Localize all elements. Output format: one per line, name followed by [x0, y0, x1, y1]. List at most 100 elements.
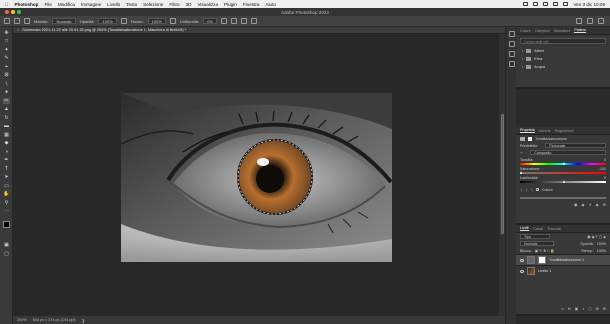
- fx-icon[interactable]: fx: [568, 307, 571, 311]
- layer-name[interactable]: Livello 1: [538, 269, 551, 273]
- add-mask-icon[interactable]: ▣: [575, 307, 578, 311]
- new-group-icon[interactable]: ▢: [588, 307, 591, 311]
- folder-alberi[interactable]: › Alberi: [516, 47, 610, 55]
- type-tool-icon[interactable]: T: [3, 166, 10, 172]
- eyedropper-plus-icon[interactable]: ∖: [525, 188, 527, 192]
- trash-icon[interactable]: ♻: [603, 307, 606, 311]
- quick-select-tool-icon[interactable]: ✎: [3, 55, 10, 61]
- history-icon[interactable]: [508, 31, 515, 37]
- adjustments-icon[interactable]: [508, 51, 515, 57]
- layer-row[interactable]: Livello 1: [516, 265, 610, 276]
- clip-icon[interactable]: ▣: [574, 203, 577, 207]
- screen-mode-icon[interactable]: ▢: [3, 251, 10, 257]
- menu-filtro[interactable]: Filtro: [169, 2, 179, 7]
- new-adjustment-icon[interactable]: ◑: [582, 307, 584, 311]
- minimize-window-button[interactable]: [11, 10, 15, 14]
- tab-livelli[interactable]: Livelli: [520, 226, 529, 231]
- tab-colore[interactable]: Colore: [520, 29, 531, 33]
- menu-app-photoshop[interactable]: Photoshop: [14, 2, 38, 7]
- share-icon[interactable]: [598, 18, 604, 24]
- layer-kind-filter[interactable]: Tipo: [520, 233, 550, 240]
- delete-icon[interactable]: ♻: [603, 203, 606, 207]
- close-window-button[interactable]: [5, 10, 9, 14]
- lasso-tool-icon[interactable]: ✦: [3, 47, 10, 53]
- flusso-input[interactable]: 100%: [147, 18, 166, 24]
- menu-testo[interactable]: Testo: [126, 2, 137, 7]
- healing-tool-icon[interactable]: ●: [3, 89, 10, 95]
- layer-visibility-icon[interactable]: [520, 258, 524, 262]
- document-canvas[interactable]: [13, 34, 499, 316]
- history-brush-tool-icon[interactable]: ↻: [3, 115, 10, 121]
- lightness-slider-knob[interactable]: [563, 180, 565, 183]
- eyedropper-icon[interactable]: ∖: [520, 188, 522, 192]
- apple-menu-icon[interactable]: : [5, 2, 8, 7]
- status-arrow-icon[interactable]: ❯: [82, 318, 85, 323]
- folder-erba[interactable]: › Erba: [516, 55, 610, 63]
- status-icon[interactable]: [523, 2, 529, 6]
- layer-thumbnail[interactable]: [527, 267, 535, 275]
- saturation-value[interactable]: -100: [599, 167, 606, 171]
- saturation-slider[interactable]: [520, 171, 606, 174]
- channel-select[interactable]: Composito: [530, 149, 606, 156]
- menu-visualizza[interactable]: Visualizza: [197, 2, 218, 7]
- lightness-slider[interactable]: [520, 180, 606, 183]
- battery-icon[interactable]: [533, 2, 539, 6]
- wifi-icon[interactable]: [543, 2, 549, 6]
- layer-opacity-value[interactable]: 100%: [597, 242, 606, 246]
- metodo-select[interactable]: Normale: [52, 18, 76, 24]
- tab-canali[interactable]: Canali: [533, 227, 543, 231]
- link-icon[interactable]: ∞: [561, 307, 564, 311]
- saturation-slider-knob[interactable]: [520, 171, 522, 174]
- menu-file[interactable]: File: [44, 2, 51, 7]
- mask-icon[interactable]: [528, 136, 532, 141]
- hand-tool-icon[interactable]: ✋: [3, 191, 10, 197]
- close-document-icon[interactable]: ×: [17, 28, 19, 32]
- menu-livello[interactable]: Livello: [107, 2, 120, 7]
- menu-aiuto[interactable]: Aiuto: [265, 2, 275, 7]
- eyedropper-minus-icon[interactable]: ∖: [531, 188, 533, 192]
- tab-tracciati[interactable]: Tracciati: [547, 227, 560, 231]
- pattern-search-input[interactable]: Cerca negli stili: [520, 38, 606, 44]
- crop-tool-icon[interactable]: ⌖: [3, 64, 10, 70]
- path-select-tool-icon[interactable]: ➤: [3, 174, 10, 180]
- menu-selezione[interactable]: Selezione: [143, 2, 163, 7]
- brush-tool-icon[interactable]: ✏: [3, 97, 10, 104]
- tab-regolazioni[interactable]: Regolazioni: [555, 129, 574, 133]
- menubar-clock[interactable]: Ven 3 dic 10:09: [573, 2, 605, 7]
- quick-mask-icon[interactable]: ▣: [3, 242, 10, 248]
- brush-settings-icon[interactable]: [24, 18, 30, 24]
- frame-tool-icon[interactable]: ⊠: [3, 72, 10, 78]
- menu-plugin[interactable]: Plugin: [224, 2, 237, 7]
- layer-row[interactable]: Tonalità/saturazione 1: [516, 254, 610, 265]
- tab-proprieta[interactable]: Proprietà: [520, 128, 535, 133]
- control-center-icon[interactable]: [563, 2, 569, 6]
- lightness-value[interactable]: 0: [604, 176, 606, 180]
- menu-finestra[interactable]: Finestra: [243, 2, 260, 7]
- canvas-area[interactable]: [13, 34, 499, 316]
- angle-icon[interactable]: [230, 18, 237, 24]
- pressure-size-icon[interactable]: [240, 18, 247, 24]
- tab-campioni[interactable]: Campioni: [535, 29, 550, 33]
- symmetry-icon[interactable]: [250, 18, 257, 24]
- pressure-opacity-icon[interactable]: [120, 18, 127, 24]
- clone-stamp-tool-icon[interactable]: ▲: [3, 106, 10, 112]
- zoom-tool-icon[interactable]: ⚲: [3, 200, 10, 206]
- hand-adjust-icon[interactable]: ☞: [520, 151, 523, 155]
- layer-visibility-icon[interactable]: [520, 269, 524, 273]
- search-icon[interactable]: [576, 18, 582, 24]
- blend-mode-select[interactable]: Normale: [520, 240, 554, 247]
- pen-tool-icon[interactable]: ✒: [3, 157, 10, 163]
- view-previous-icon[interactable]: ◉: [581, 203, 584, 207]
- preset-select[interactable]: Personale: [545, 142, 606, 149]
- hue-value[interactable]: 0: [604, 158, 606, 162]
- reset-icon[interactable]: ↺: [589, 203, 592, 207]
- marquee-tool-icon[interactable]: □: [3, 38, 10, 44]
- layer-name[interactable]: Tonalità/saturazione 1: [549, 258, 584, 262]
- visibility-icon[interactable]: ◉: [596, 203, 599, 207]
- eraser-tool-icon[interactable]: ▬: [3, 123, 10, 129]
- hue-slider-knob[interactable]: [563, 162, 565, 165]
- menu-immagine[interactable]: Immagine: [81, 2, 101, 7]
- dodge-tool-icon[interactable]: ◑: [3, 149, 10, 155]
- character-icon[interactable]: [508, 61, 515, 67]
- zoom-level[interactable]: 200%: [17, 318, 27, 322]
